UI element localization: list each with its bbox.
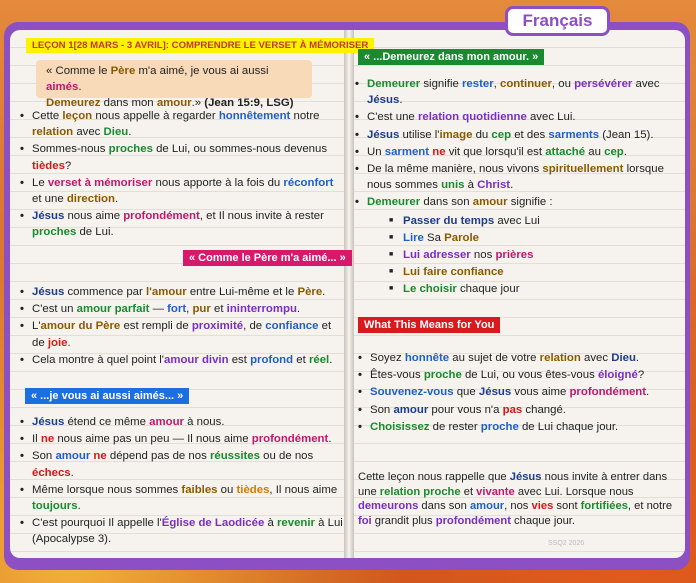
footer-note: SSQ2 2026 (548, 540, 585, 547)
section-heading: « ...je vous ai aussi aimés... » (25, 388, 190, 404)
list-item: Êtes-vous proche de Lui, ou vous êtes-vo… (358, 367, 680, 383)
sub-list-item: Lui faire confiance (389, 264, 680, 280)
closing-paragraph: Cette leçon nous rappelle que Jésus nous… (358, 471, 673, 527)
sub-list-item: Lui adresser nos prières (389, 247, 680, 263)
language-tab[interactable]: Français (505, 6, 610, 36)
section-heading: « ...Demeurez dans mon amour. » (358, 49, 545, 65)
list-item: Jésus utilise l'image du cep et des sarm… (355, 127, 680, 143)
list-item: Il ne nous aime pas un peu — Il nous aim… (20, 431, 346, 447)
list-item: C'est une relation quotidienne avec Lui. (355, 109, 680, 125)
list-item: C'est pourquoi Il appelle l'Église de La… (20, 515, 346, 547)
list-item: Jésus nous aime profondément, et Il nous… (20, 208, 346, 240)
list-item: Souvenez-vous que Jésus vous aime profon… (358, 384, 680, 400)
memory-verse-quote: « Comme le Père m'a aimé, je vous ai aus… (36, 60, 312, 109)
intro-list: Cette leçon nous appelle à regarder honn… (20, 108, 346, 242)
list-item: Jésus étend ce même amour à nous. (20, 414, 346, 430)
section-heading: « Comme le Père m'a aimé... » (183, 250, 352, 266)
list-item: Son amour pour vous n'a pas changé. (358, 402, 680, 418)
list-item: Choisissez de rester proche de Lui chaqu… (358, 419, 680, 435)
list-item: Soyez honnête au sujet de votre relation… (358, 350, 680, 366)
list-item: Un sarment ne vit que lorsqu'il est atta… (355, 144, 680, 160)
list-item: Sommes-nous proches de Lui, ou sommes-no… (20, 141, 346, 173)
list-item: Cela montre à quel point l'amour divin e… (20, 352, 346, 368)
list-item: C'est un amour parfait — fort, pur et in… (20, 301, 346, 317)
list-item: Son amour ne dépend pas de nos réussites… (20, 448, 346, 480)
sub-list-item: Lire Sa Parole (389, 230, 680, 246)
list-item: Jésus commence par l'amour entre Lui-mêm… (20, 284, 346, 300)
father-love-list: Jésus commence par l'amour entre Lui-mêm… (20, 284, 346, 369)
list-item: Demeurer dans son amour signifie : (355, 194, 680, 210)
lesson-title: LEÇON 1[28 MARS - 3 AVRIL]: COMPRENDRE L… (26, 38, 375, 53)
list-item: Demeurer signifie rester, continuer, ou … (355, 76, 680, 108)
list-item: Le verset à mémoriser nous apporte à la … (20, 175, 346, 207)
list-item: L'amour du Père est rempli de proximité,… (20, 318, 346, 350)
application-list: Soyez honnête au sujet de votre relation… (358, 350, 680, 436)
list-item: Cette leçon nous appelle à regarder honn… (20, 108, 346, 140)
abide-list: Demeurer signifie rester, continuer, ou … (355, 76, 680, 299)
loved-list: Jésus étend ce même amour à nous. Il ne … (20, 414, 346, 549)
sub-list-item: Le choisir chaque jour (389, 281, 680, 297)
sub-list-item: Passer du temps avec Lui (389, 213, 680, 229)
section-heading: What This Means for You (358, 317, 501, 333)
list-item: Même lorsque nous sommes faibles ou tièd… (20, 482, 346, 514)
list-item: De la même manière, nous vivons spiritue… (355, 161, 680, 193)
